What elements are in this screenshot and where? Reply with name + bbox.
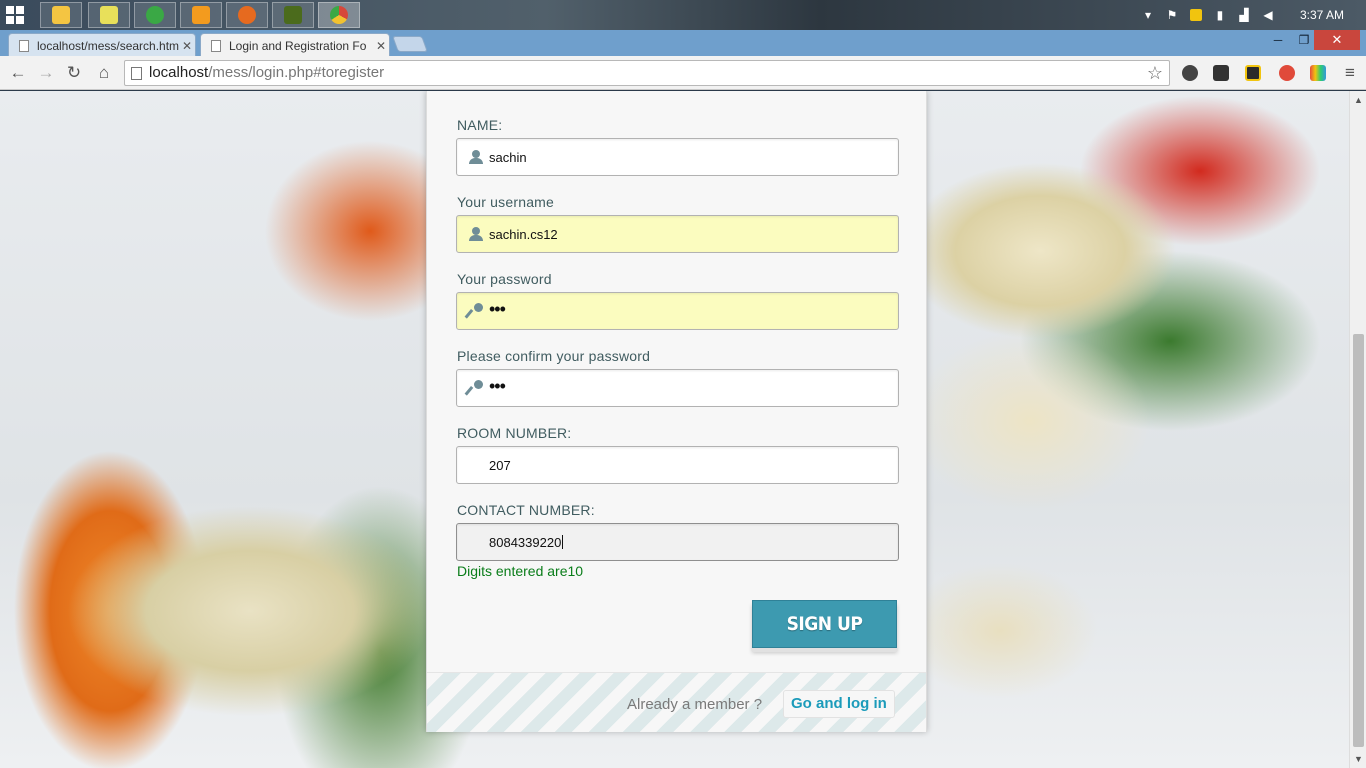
taskbar-file-explorer-icon[interactable] [40,2,82,28]
taskbar-globe-icon[interactable] [134,2,176,28]
contact-number-value: 8084339220 [489,535,564,550]
battery-icon[interactable]: ▮ [1214,9,1226,21]
username-field[interactable]: sachin.cs12 [456,215,899,253]
tab-title: localhost/mess/search.htm [37,38,179,53]
windows-taskbar: ▾ ⚑ ▮ ▟ ◀ 3:37 AM [0,0,1366,30]
username-value: sachin.cs12 [489,227,558,242]
bookmark-star-icon[interactable]: ☆ [1147,61,1163,85]
close-tab-icon[interactable]: ✕ [179,39,195,53]
signal-icon[interactable]: ▟ [1238,9,1250,21]
new-tab-button[interactable] [392,36,428,52]
back-icon[interactable]: ← [8,63,28,83]
taskbar-chrome-icon[interactable] [318,2,360,28]
browser-tab-strip: localhost/mess/search.htm ✕ Login and Re… [0,30,1366,57]
sign-up-button[interactable]: SIGN UP [752,600,897,648]
form-footer: Already a member ? Go and log in [427,672,926,732]
go-and-log-in-link[interactable]: Go and log in [783,690,895,718]
url-text: localhost/mess/login.php#toregister [149,64,385,81]
confirm-password-field[interactable]: ••• [456,369,899,407]
flag-icon[interactable]: ⚑ [1166,9,1178,21]
todo-check-icon[interactable] [1245,65,1261,81]
minimize-icon[interactable]: ─ [1264,30,1292,52]
contact-number-field[interactable]: 8084339220 [456,523,899,561]
page-icon [211,39,221,52]
password-label: Your password [457,271,552,287]
room-number-label: ROOM NUMBER: [457,425,572,441]
name-field[interactable]: sachin [456,138,899,176]
name-value: sachin [489,150,527,165]
home-icon[interactable]: ⌂ [94,63,114,83]
antivirus-icon[interactable] [1189,9,1202,21]
chevron-up-icon[interactable]: ▾ [1142,9,1154,21]
reload-icon[interactable]: ↻ [64,63,84,83]
already-member-text: Already a member ? [627,696,763,713]
taskbar-explorer-icon[interactable] [88,2,130,28]
page-icon [131,67,142,80]
taskbar-clock[interactable]: 3:37 AM [1300,8,1344,22]
tab-title: Login and Registration Fo [229,38,367,53]
confirm-password-label: Please confirm your password [457,348,651,364]
password-field[interactable]: ••• [456,292,899,330]
scroll-up-icon[interactable]: ▲ [1350,93,1366,107]
system-tray: ▾ ⚑ ▮ ▟ ◀ 3:37 AM [1136,0,1366,30]
menu-icon[interactable]: ≡ [1340,63,1360,83]
page-background: NAME: sachin Your username sachin.cs12 Y… [0,91,1349,768]
confirm-password-value: ••• [489,376,506,396]
tab-login[interactable]: Login and Registration Fo ✕ [200,33,390,57]
windows-start-icon[interactable] [6,6,24,24]
volume-icon[interactable]: ◀ [1262,9,1274,21]
tv-ext-icon[interactable] [1310,65,1326,81]
page-icon [19,39,29,52]
vertical-scrollbar[interactable]: ▲ ▼ [1349,91,1366,768]
forward-icon[interactable]: → [36,63,56,83]
address-bar[interactable]: localhost/mess/login.php#toregister ☆ [124,60,1170,86]
user-icon [469,226,483,242]
scrollbar-thumb[interactable] [1353,334,1364,747]
taskbar-dreamweaver-icon[interactable] [272,2,314,28]
username-label: Your username [457,194,555,210]
taskbar-firefox-icon[interactable] [226,2,268,28]
text-caret [562,535,564,549]
close-tab-icon[interactable]: ✕ [373,39,389,53]
register-form: NAME: sachin Your username sachin.cs12 Y… [426,91,927,732]
scroll-down-icon[interactable]: ▼ [1350,752,1366,766]
key-icon [464,380,483,396]
user-icon [469,149,483,165]
digits-count-message: Digits entered are10 [457,563,584,579]
browser-toolbar: ← → ↻ ⌂ localhost/mess/login.php#toregis… [0,56,1366,90]
contact-number-label: CONTACT NUMBER: [457,502,595,518]
password-value: ••• [489,299,506,319]
room-number-value: 207 [489,458,511,473]
close-window-button[interactable]: ✕ [1314,30,1360,50]
pocket-icon[interactable] [1213,65,1229,81]
asterisk-ext-icon[interactable] [1279,65,1295,81]
room-number-field[interactable]: 207 [456,446,899,484]
tab-search[interactable]: localhost/mess/search.htm ✕ [8,33,196,57]
name-label: NAME: [457,117,503,133]
key-icon [464,303,483,319]
extension-circle-icon[interactable] [1182,65,1198,81]
taskbar-media-player-icon[interactable] [180,2,222,28]
